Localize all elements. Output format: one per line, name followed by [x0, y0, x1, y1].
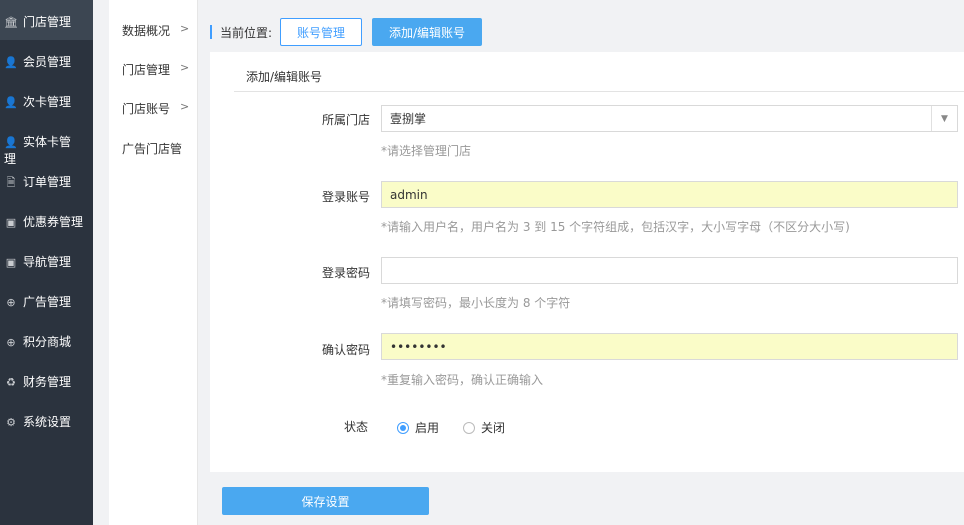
radio-unchecked-icon [463, 421, 476, 434]
subnav-item-store-manage[interactable]: 门店管理 > [122, 61, 198, 78]
sidebar-item-label: 门店管理 [23, 15, 72, 29]
sidebar-item-label: 积分商城 [23, 335, 72, 349]
add-edit-account-button[interactable]: 添加/编辑账号 [372, 18, 483, 46]
sidebar-item-member[interactable]: 👤 会员管理 [0, 54, 93, 71]
document-icon: 🗎 [6, 176, 16, 189]
sidebar-item-settings[interactable]: ⚙ 系统设置 [0, 414, 93, 431]
account-hint: *请输入用户名，用户名为 3 到 15 个字符组成，包括汉字，大小写字母（不区分… [381, 220, 850, 234]
sidebar-item-label: 导航管理 [23, 255, 72, 269]
money-icon: ▣ [5, 216, 17, 229]
account-label: 登录账号 [321, 190, 370, 204]
status-label: 状态 [343, 420, 368, 434]
sidebar-item-label: 广告管理 [23, 295, 72, 309]
divider [234, 91, 964, 92]
store-select-value: 壹捌掌 [390, 112, 427, 126]
confirm-label: 确认密码 [321, 343, 370, 357]
lifebuoy-icon: ⊕ [6, 296, 16, 309]
user-icon: 👤 [4, 96, 18, 109]
lifebuoy-icon: ⊕ [6, 336, 16, 349]
sidebar-item-points-mall[interactable]: ⊕ 积分商城 [0, 334, 93, 351]
confirm-hint: *重复输入密码，确认正确输入 [381, 373, 544, 387]
status-radio-group: 启用 关闭 [397, 419, 529, 436]
sidebar-item-label: 订单管理 [23, 175, 72, 189]
sidebar-item-store[interactable]: 🏛 门店管理 [0, 0, 93, 40]
subnav-item-label: 门店账号 [122, 102, 171, 116]
sidebar-item-order[interactable]: 🗎 订单管理 [0, 174, 93, 191]
sidebar-item-label: 会员管理 [23, 55, 72, 69]
confirm-password-value: •••••••• [390, 339, 447, 354]
sidebar-item-finance[interactable]: ♻ 财务管理 [0, 374, 93, 391]
store-hint: *请选择管理门店 [381, 144, 472, 158]
account-input[interactable]: admin [381, 181, 958, 208]
status-disable-radio[interactable]: 关闭 [463, 419, 505, 436]
subnav-item-ad-store[interactable]: 广告门店管 [122, 140, 196, 157]
breadcrumb: 当前位置: 账号管理 添加/编辑账号 [210, 18, 483, 46]
gear-icon: ⚙ [6, 416, 16, 429]
sidebar-item-label: 财务管理 [23, 375, 72, 389]
account-manage-button[interactable]: 账号管理 [280, 18, 363, 46]
breadcrumb-label: 当前位置: [220, 25, 273, 40]
chevron-right-icon: > [180, 100, 190, 113]
user-icon: 👤 [4, 136, 18, 149]
subnav-item-label: 数据概况 [122, 24, 171, 38]
subnav-item-label: 门店管理 [122, 63, 171, 77]
sidebar-item-label: 优惠券管理 [23, 215, 84, 229]
store-select[interactable]: 壹捌掌 ▼ [381, 105, 958, 132]
status-enable-label: 启用 [415, 421, 440, 435]
form-panel: 添加/编辑账号 所属门店 壹捌掌 ▼ *请选择管理门店 登录账号 admin *… [210, 52, 964, 472]
main-content: 当前位置: 账号管理 添加/编辑账号 添加/编辑账号 所属门店 壹捌掌 ▼ *请… [198, 0, 964, 525]
sidebar-item-label: 次卡管理 [23, 95, 72, 109]
status-enable-radio[interactable]: 启用 [397, 419, 439, 436]
account-input-value: admin [390, 187, 428, 202]
sidebar-item-label: 系统设置 [23, 415, 72, 429]
form-title: 添加/编辑账号 [246, 70, 323, 84]
breadcrumb-marker [210, 25, 212, 39]
confirm-password-input[interactable]: •••••••• [381, 333, 958, 360]
sidebar-item-coupon[interactable]: ▣ 优惠券管理 [0, 214, 84, 231]
money-icon: ▣ [5, 256, 17, 269]
chevron-down-icon[interactable]: ▼ [931, 106, 957, 131]
save-button[interactable]: 保存设置 [222, 487, 429, 515]
recycle-icon: ♻ [6, 376, 16, 389]
chevron-right-icon: > [180, 22, 190, 35]
sidebar-item-card[interactable]: 👤 次卡管理 [0, 94, 93, 111]
sidebar-item-physical-card[interactable]: 👤 实体卡管理 [0, 134, 80, 167]
subnav-item-overview[interactable]: 数据概况 > [122, 22, 198, 39]
sidebar: 🏛 门店管理 👤 会员管理 👤 次卡管理 👤 实体卡管理 🗎 订单管理 ▣ 优惠券管理 ▣ 导… [0, 0, 93, 525]
subnav-item-store-account[interactable]: 门店账号 > [122, 100, 198, 117]
subnav: 数据概况 > 门店管理 > 门店账号 > 广告门店管 [109, 0, 198, 525]
sidebar-item-ads[interactable]: ⊕ 广告管理 [0, 294, 93, 311]
chevron-right-icon: > [180, 61, 190, 74]
sidebar-item-nav[interactable]: ▣ 导航管理 [0, 254, 93, 271]
store-label: 所属门店 [321, 113, 370, 127]
subnav-item-label: 广告门店管 [122, 142, 183, 156]
user-icon: 👤 [4, 56, 18, 69]
bank-icon: 🏛 [4, 16, 18, 29]
password-input[interactable] [381, 257, 958, 284]
password-hint: *请填写密码，最小长度为 8 个字符 [381, 296, 571, 310]
password-label: 登录密码 [321, 266, 370, 280]
status-disable-label: 关闭 [481, 421, 506, 435]
layout-gap [93, 0, 109, 525]
radio-checked-icon [397, 421, 409, 434]
